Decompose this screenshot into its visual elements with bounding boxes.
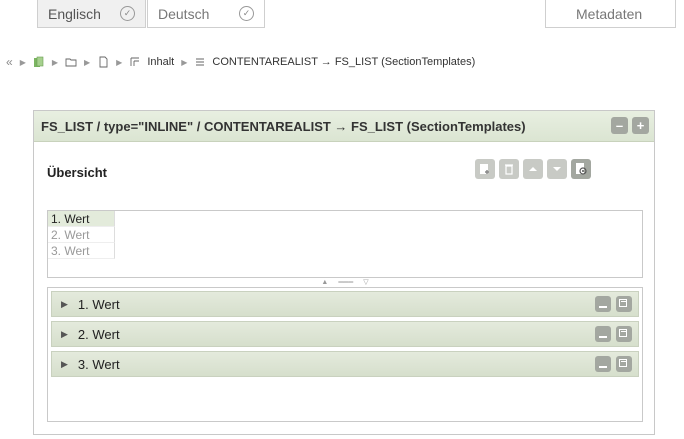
preview-icon: [576, 163, 587, 175]
folder-icon[interactable]: [65, 56, 77, 68]
value-list-item[interactable]: 2. Wert: [48, 227, 115, 243]
breadcrumb: « ▶ ▶ ▶ ▶ Inhalt ▶ CONTENTAREALIST → FS_…: [0, 52, 684, 72]
tab-deutsch[interactable]: Deutsch ✓: [147, 0, 265, 28]
entry-row[interactable]: ▶ 1. Wert: [51, 291, 639, 317]
expand-all-button[interactable]: +: [632, 117, 649, 134]
open-window-button[interactable]: [616, 296, 632, 312]
entry-label: 2. Wert: [77, 326, 120, 342]
chevron-right-icon: ▶: [19, 57, 26, 67]
entry-row[interactable]: ▶ 3. Wert: [51, 351, 639, 377]
tab-englisch[interactable]: Englisch ✓: [37, 0, 146, 28]
check-circle-icon: ✓: [120, 6, 135, 21]
list-icon[interactable]: [194, 56, 206, 68]
check-circle-icon: ✓: [239, 6, 254, 21]
plus-icon: +: [636, 118, 645, 133]
tab-englisch-label: Englisch: [48, 5, 101, 22]
add-icon: [480, 164, 489, 174]
pages-icon[interactable]: [33, 56, 45, 68]
breadcrumb-content-label[interactable]: Inhalt: [147, 56, 174, 68]
breadcrumb-path-label[interactable]: CONTENTAREALIST → FS_LIST (SectionTempla…: [212, 56, 475, 68]
expand-arrow-icon[interactable]: ▶: [61, 299, 68, 310]
chevron-right-icon: ▶: [84, 57, 91, 67]
collapse-button[interactable]: [595, 326, 611, 342]
fs-list-panel: FS_LIST / type="INLINE" / CONTENTAREALIS…: [33, 110, 655, 435]
tab-metadaten[interactable]: Metadaten: [545, 0, 676, 28]
collapse-all-button[interactable]: –: [611, 117, 628, 134]
value-list-item[interactable]: 3. Wert: [48, 243, 115, 259]
section-icon[interactable]: [129, 56, 141, 68]
splitter-grip-icon: ═══: [338, 278, 354, 286]
chevron-right-icon: ▶: [181, 57, 188, 67]
page-icon[interactable]: [97, 56, 109, 68]
add-entry-button[interactable]: [475, 159, 495, 179]
value-list-item[interactable]: 1. Wert: [48, 211, 115, 227]
arrow-up-icon: [529, 167, 537, 171]
back-icon[interactable]: «: [6, 55, 13, 69]
collapse-button[interactable]: [595, 356, 611, 372]
arrow-down-icon: [553, 167, 561, 171]
overview-title: Übersicht: [47, 165, 107, 180]
entry-row[interactable]: ▶ 2. Wert: [51, 321, 639, 347]
expand-arrow-icon[interactable]: ▶: [61, 359, 68, 370]
move-down-button[interactable]: [547, 159, 567, 179]
value-list: 1. Wert 2. Wert 3. Wert: [47, 210, 643, 278]
open-window-button[interactable]: [616, 356, 632, 372]
entry-label: 3. Wert: [77, 356, 120, 372]
entry-label: 1. Wert: [77, 296, 120, 312]
preview-button[interactable]: [571, 159, 591, 179]
tab-metadaten-label: Metadaten: [576, 5, 643, 22]
splitter-down-icon: ▽: [363, 279, 369, 286]
panel-title: FS_LIST / type="INLINE" / CONTENTAREALIS…: [41, 118, 526, 134]
tab-deutsch-label: Deutsch: [158, 5, 210, 22]
expand-arrow-icon[interactable]: ▶: [61, 329, 68, 340]
panel-header: FS_LIST / type="INLINE" / CONTENTAREALIS…: [34, 111, 654, 142]
chevron-right-icon: ▶: [116, 57, 123, 67]
open-window-button[interactable]: [616, 326, 632, 342]
trash-icon: [505, 164, 513, 175]
collapse-button[interactable]: [595, 296, 611, 312]
move-up-button[interactable]: [523, 159, 543, 179]
minus-icon: –: [615, 118, 624, 133]
entry-list: ▶ 1. Wert ▶ 2. Wert ▶ 3. Wert: [47, 287, 643, 422]
splitter-up-icon: ▲: [321, 278, 329, 286]
splitter-handle[interactable]: ▲ ═══ ▽: [47, 278, 643, 287]
language-tab-bar: Englisch ✓ Deutsch ✓ Metadaten: [0, 0, 684, 40]
chevron-right-icon: ▶: [51, 57, 58, 67]
delete-entry-button[interactable]: [499, 159, 519, 179]
